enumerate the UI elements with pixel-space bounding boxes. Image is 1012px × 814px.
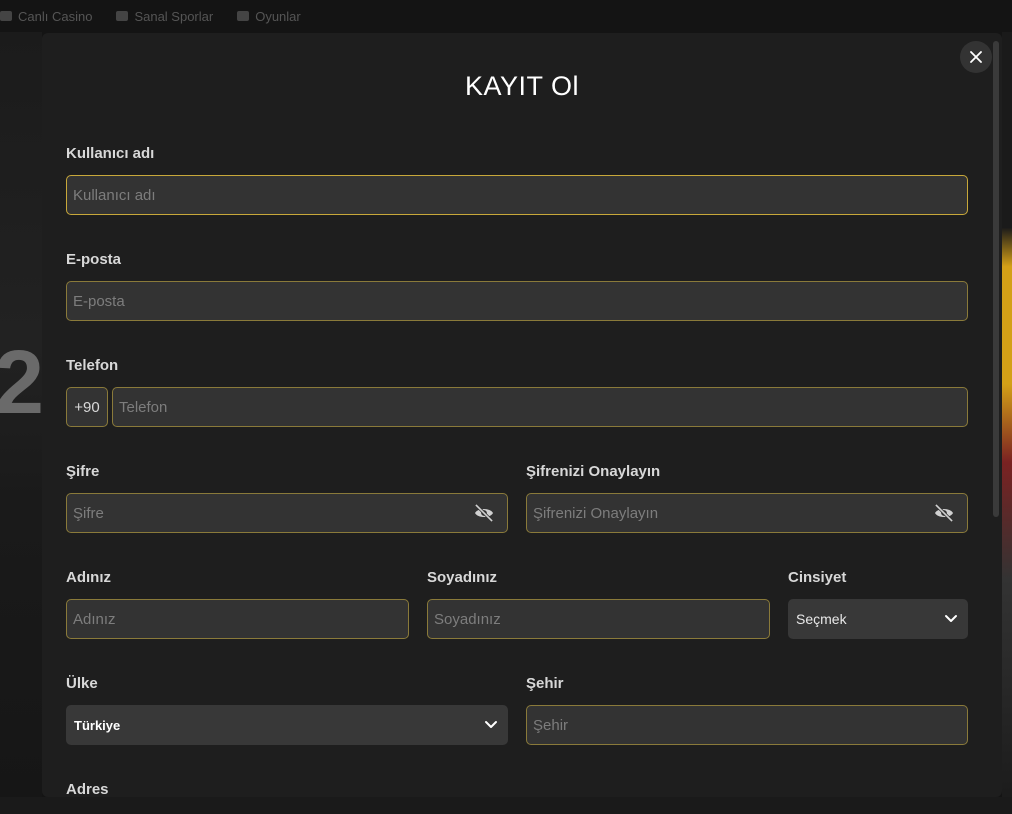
country-selected-value: Türkiye xyxy=(74,717,121,733)
gender-selected-value: Seçmek xyxy=(796,611,847,627)
gender-label: Cinsiyet xyxy=(788,569,847,586)
bg-nav-item-live-casino: Canlı Casino xyxy=(0,9,92,24)
country-select[interactable]: Türkiye xyxy=(66,705,508,745)
last-name-input[interactable] xyxy=(427,599,770,639)
phone-input[interactable] xyxy=(112,387,968,427)
modal-title: KAYIT Ol xyxy=(464,71,580,101)
password-input[interactable] xyxy=(66,493,508,533)
email-label: E-posta xyxy=(66,251,122,268)
close-button[interactable] xyxy=(960,41,992,73)
country-label: Ülke xyxy=(66,675,98,692)
close-icon xyxy=(970,51,982,63)
bg-nav-item-games: Oyunlar xyxy=(237,9,301,24)
eye-off-icon[interactable] xyxy=(933,504,955,522)
first-name-input[interactable] xyxy=(66,599,409,639)
phone-label: Telefon xyxy=(66,357,119,374)
address-label: Adres xyxy=(66,781,109,797)
games-icon xyxy=(237,11,250,21)
register-modal: KAYIT Ol Kullanıcı adı E-posta Telefon +… xyxy=(42,33,1002,797)
modal-scrollbar[interactable] xyxy=(993,41,999,517)
eye-off-icon[interactable] xyxy=(473,504,495,522)
chevron-down-icon xyxy=(945,615,957,622)
email-input[interactable] xyxy=(66,281,968,321)
background-bottom-strip xyxy=(0,797,1012,814)
city-input[interactable] xyxy=(526,705,968,745)
gender-select[interactable]: Seçmek xyxy=(788,599,968,639)
city-label: Şehir xyxy=(526,675,564,692)
background-nav: Canlı Casino Sanal Sporlar Oyunlar xyxy=(0,0,1012,32)
background-right-panel xyxy=(1002,32,1012,814)
password-confirm-label: Şifrenizi Onaylayın xyxy=(526,463,661,480)
background-big-text: 2 xyxy=(0,333,45,433)
password-label: Şifre xyxy=(66,463,100,480)
background-left-panel: 2 xyxy=(0,32,45,814)
bg-nav-item-virtual-sports: Sanal Sporlar xyxy=(116,9,213,24)
last-name-label: Soyadınız xyxy=(427,569,498,586)
password-confirm-input[interactable] xyxy=(526,493,968,533)
first-name-label: Adınız xyxy=(66,569,111,586)
username-label: Kullanıcı adı xyxy=(66,145,155,162)
casino-icon xyxy=(0,11,12,21)
username-input[interactable] xyxy=(66,175,968,215)
phone-prefix: +90 xyxy=(66,387,108,427)
virtual-sports-icon xyxy=(116,11,129,21)
chevron-down-icon xyxy=(485,721,497,728)
